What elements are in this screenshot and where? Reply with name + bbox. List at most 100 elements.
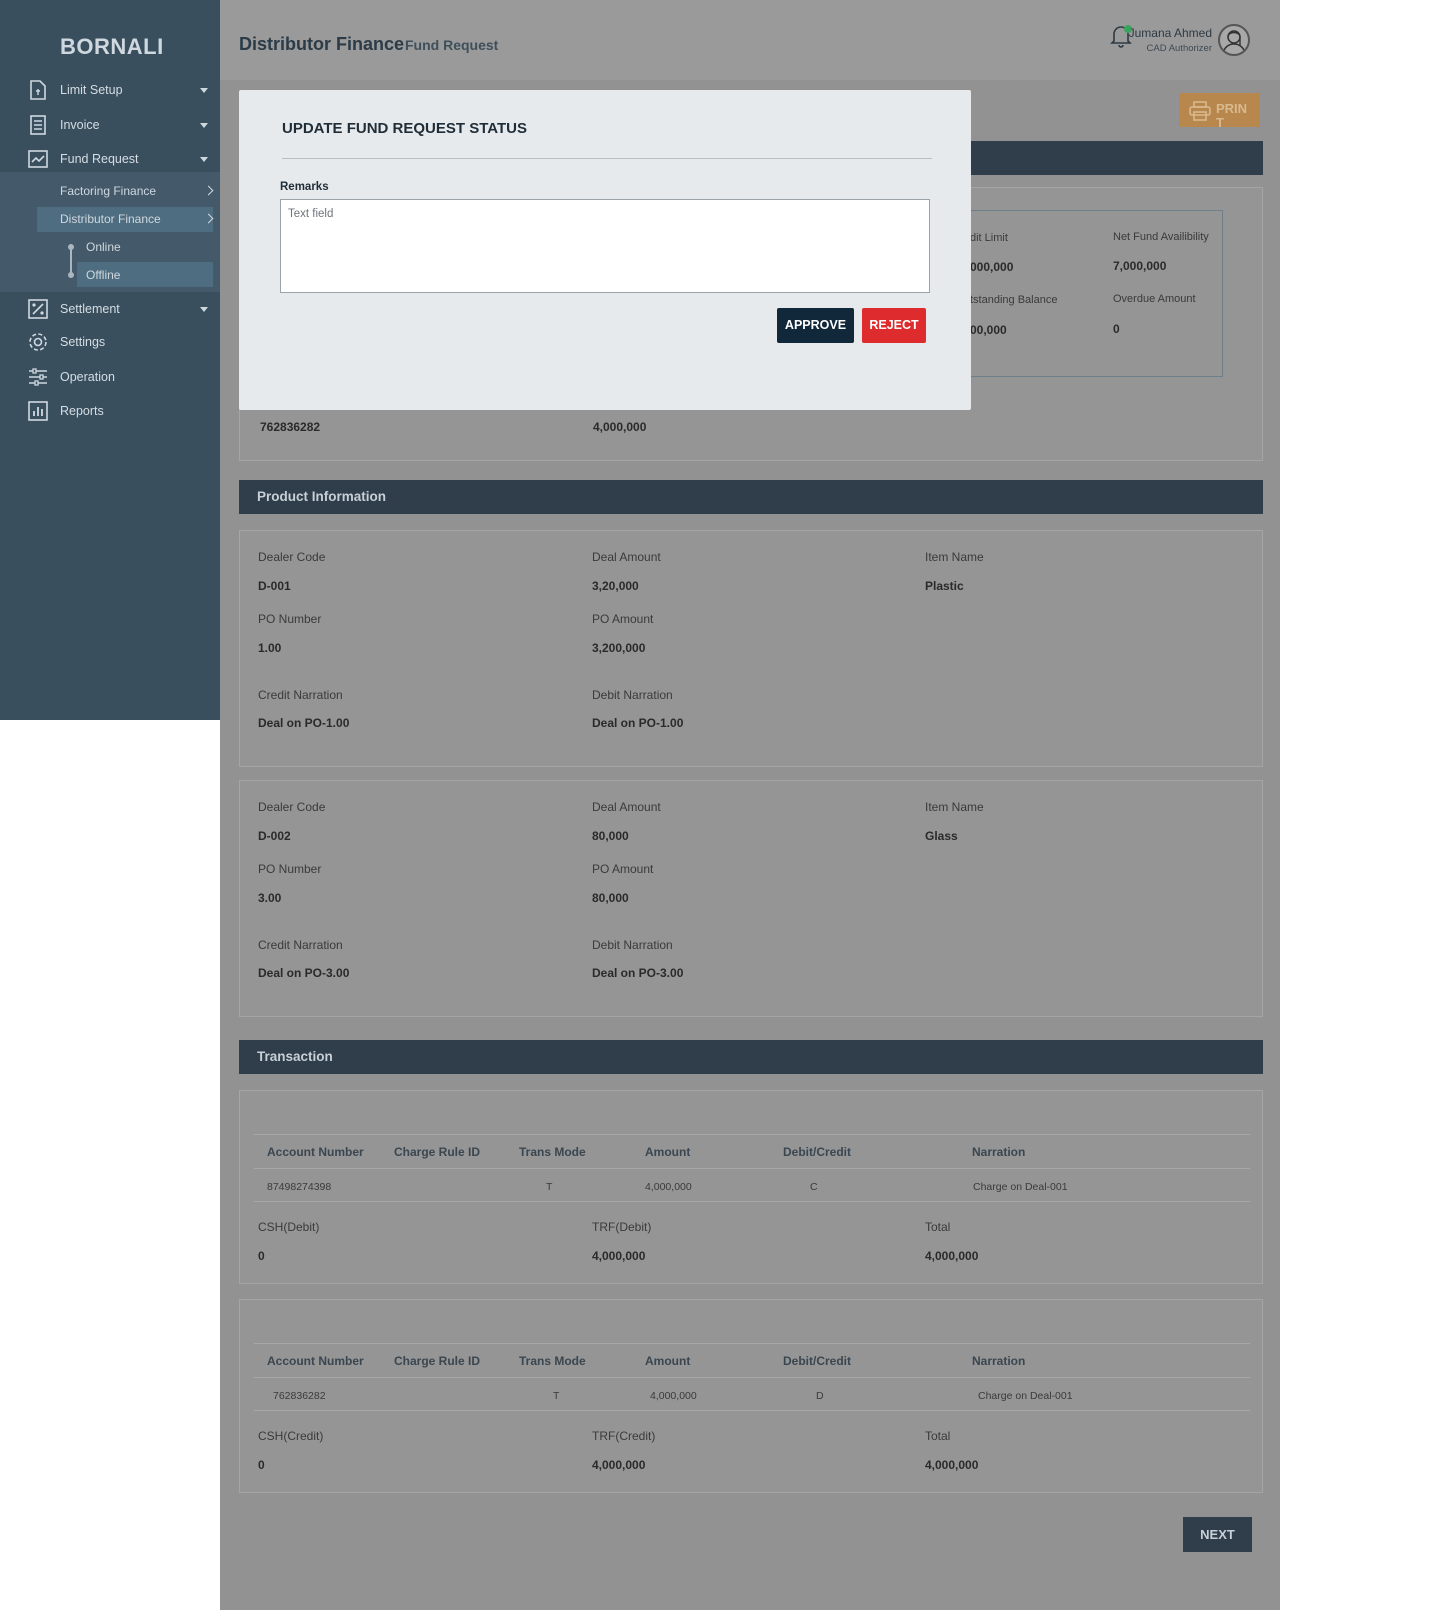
sidebar-item-label: Settings xyxy=(60,335,106,349)
po-number-value: 3.00 xyxy=(258,891,282,905)
caret-down-icon xyxy=(200,87,208,93)
breadcrumb: Fund Request xyxy=(405,37,499,53)
dealer-code-value: D-002 xyxy=(258,829,291,843)
total-value: 4,000,000 xyxy=(925,1249,979,1263)
item-name-label: Item Name xyxy=(925,800,984,814)
tree-line xyxy=(70,246,72,274)
cell-amount: 4,000,000 xyxy=(645,1181,692,1193)
account-value: 762836282 xyxy=(260,420,321,434)
subitem-label: Factoring Finance xyxy=(60,184,157,198)
po-number-label: PO Number xyxy=(258,862,322,876)
trf-value: 4,000,000 xyxy=(592,1249,646,1263)
cell-narration: Charge on Deal-001 xyxy=(978,1390,1073,1402)
column-header: Account Number xyxy=(267,1354,364,1368)
remarks-textarea[interactable] xyxy=(280,199,930,293)
avatar[interactable] xyxy=(1218,24,1250,56)
section-header-transaction: Transaction xyxy=(239,1040,1263,1074)
dealer-code-label: Dealer Code xyxy=(258,550,326,564)
user-role: CAD Authorizer xyxy=(1146,43,1212,54)
credit-narration-value: Deal on PO-1.00 xyxy=(258,716,350,730)
modal-title: UPDATE FUND REQUEST STATUS xyxy=(282,120,528,137)
credit-limit-value: 000,000 xyxy=(970,260,1014,274)
column-header: Trans Mode xyxy=(519,1354,586,1368)
sidebar-item-label: Fund Request xyxy=(60,152,139,166)
column-header: Amount xyxy=(645,1145,691,1159)
po-number-label: PO Number xyxy=(258,612,322,626)
csh-label: CSH(Credit) xyxy=(258,1429,324,1443)
sidebar-item-limit-setup[interactable]: Limit Setup xyxy=(0,75,220,105)
item-name-label: Item Name xyxy=(925,550,984,564)
print-button[interactable]: PRINT xyxy=(1179,93,1260,130)
column-header: Narration xyxy=(972,1354,1026,1368)
brand-logo: BORNALI xyxy=(60,34,164,59)
user-name: Jumana Ahmed xyxy=(1128,26,1212,40)
sidebar-item-invoice[interactable]: Invoice xyxy=(0,110,220,140)
update-status-modal: UPDATE FUND REQUEST STATUS Remarks APPRO… xyxy=(239,90,971,410)
divider xyxy=(282,158,932,159)
bar-chart-icon xyxy=(27,400,49,422)
po-amount-value: 80,000 xyxy=(592,891,629,905)
sliders-icon xyxy=(27,366,49,388)
caret-down-icon xyxy=(200,122,208,128)
top-header: Distributor Finance Fund Request Jumana … xyxy=(220,0,1280,80)
sidebar: BORNALI Limit Setup Invoice Fund Request… xyxy=(0,0,220,720)
sidebar-item-label: Invoice xyxy=(60,118,100,132)
po-number-value: 1.00 xyxy=(258,641,282,655)
sidebar-subitem-factoring-finance[interactable]: Factoring Finance xyxy=(60,179,214,203)
sidebar-subitem-offline[interactable]: Offline xyxy=(86,263,120,287)
approve-button[interactable]: APPROVE xyxy=(777,308,854,343)
sidebar-subitem-online[interactable]: Online xyxy=(86,235,121,259)
cell-mode: T xyxy=(553,1390,560,1402)
sidebar-item-fund-request[interactable]: Fund Request xyxy=(0,144,220,174)
credit-narration-value: Deal on PO-3.00 xyxy=(258,966,350,980)
po-amount-label: PO Amount xyxy=(592,612,654,626)
total-label: Total xyxy=(925,1429,951,1443)
deal-amount-value: 80,000 xyxy=(592,829,629,843)
caret-down-icon xyxy=(200,156,208,162)
column-header: Charge Rule ID xyxy=(394,1145,481,1159)
sidebar-item-label: Operation xyxy=(60,370,115,384)
reject-button[interactable]: REJECT xyxy=(862,308,926,343)
credit-narration-label: Credit Narration xyxy=(258,938,343,952)
cell-account: 762836282 xyxy=(273,1390,326,1402)
debit-narration-value: Deal on PO-1.00 xyxy=(592,716,684,730)
tree-dot xyxy=(68,244,74,250)
table-header: Account Number Charge Rule ID Trans Mode… xyxy=(254,1134,1250,1168)
net-fund-label: Net Fund Availibility xyxy=(1113,231,1209,243)
sidebar-item-settlement[interactable]: Settlement xyxy=(0,294,220,324)
next-button[interactable]: NEXT xyxy=(1183,1517,1252,1552)
credit-narration-label: Credit Narration xyxy=(258,688,343,702)
column-header: Debit/Credit xyxy=(783,1354,852,1368)
chart-icon xyxy=(27,148,49,170)
sidebar-item-settings[interactable]: Settings xyxy=(0,327,220,357)
po-amount-label: PO Amount xyxy=(592,862,654,876)
credit-limit-label: dit Limit xyxy=(970,232,1008,244)
cell-debit-credit: C xyxy=(810,1181,818,1193)
debit-narration-label: Debit Narration xyxy=(592,938,673,952)
sidebar-item-operation[interactable]: Operation xyxy=(0,362,220,392)
trf-value: 4,000,000 xyxy=(592,1458,646,1472)
deal-amount-label: Deal Amount xyxy=(592,550,661,564)
section-header-product: Product Information xyxy=(239,480,1263,514)
deal-amount-value: 3,20,000 xyxy=(592,579,639,593)
sidebar-item-reports[interactable]: Reports xyxy=(0,396,220,426)
overdue-value: 0 xyxy=(1113,322,1120,336)
cell-narration: Charge on Deal-001 xyxy=(973,1181,1068,1193)
subitem-label: Distributor Finance xyxy=(60,212,161,226)
caret-down-icon xyxy=(200,306,208,312)
sidebar-subitem-distributor-finance[interactable]: Distributor Finance xyxy=(60,207,214,231)
print-label: PRINT xyxy=(1216,102,1248,130)
amount-value: 4,000,000 xyxy=(593,420,647,434)
trf-label: TRF(Credit) xyxy=(592,1429,656,1443)
column-header: Amount xyxy=(645,1354,691,1368)
document-icon xyxy=(27,79,49,101)
remarks-label: Remarks xyxy=(280,181,329,193)
cell-mode: T xyxy=(546,1181,553,1193)
dealer-code-label: Dealer Code xyxy=(258,800,326,814)
table-header: Account Number Charge Rule ID Trans Mode… xyxy=(254,1343,1250,1377)
invoice-icon xyxy=(27,114,49,136)
column-header: Account Number xyxy=(267,1145,364,1159)
cell-account: 87498274398 xyxy=(267,1181,332,1193)
gear-icon xyxy=(27,331,49,353)
column-header: Charge Rule ID xyxy=(394,1354,481,1368)
